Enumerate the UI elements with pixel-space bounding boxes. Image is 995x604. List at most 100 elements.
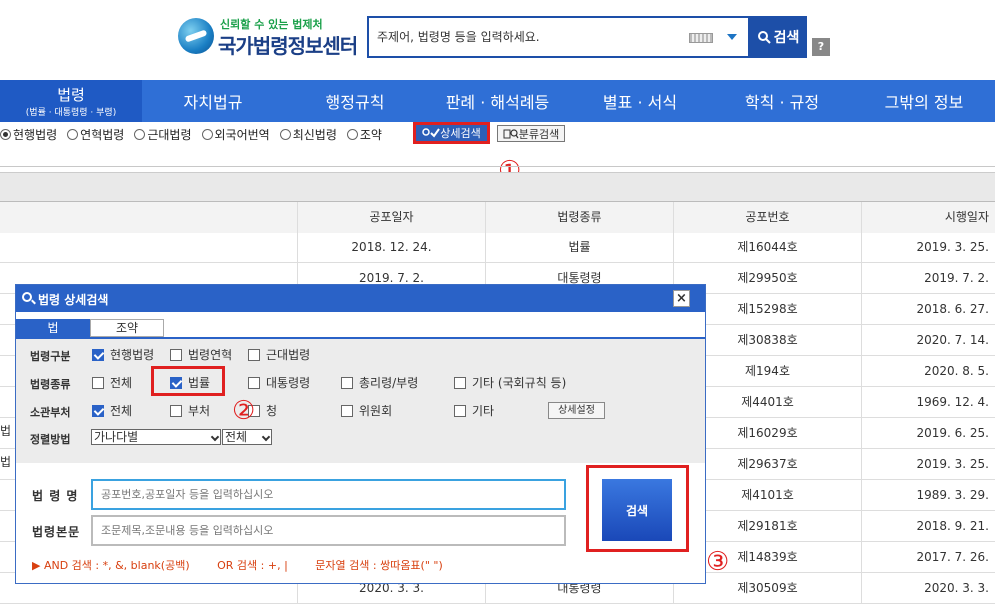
nav-school-rules[interactable]: 학칙 · 규정 [711,80,853,122]
checkbox-modern-laws[interactable]: 근대법령 [248,346,310,363]
checkbox-dept-ministry[interactable]: 부처 [170,402,210,419]
table-cell: 1969. 12. 4. [861,387,995,418]
checkbox-label: 현행법령 [110,348,155,362]
checkbox-kind-ministerial-ordinance[interactable]: 총리령/부령 [341,374,418,391]
nav-law[interactable]: 법령 (법률 · 대통령령 · 부령) [0,80,142,122]
checkbox-box [170,404,182,417]
radio-label: 조약 [359,127,382,142]
table-cell: 2019. 7. 2. [861,263,995,294]
keyboard-icon[interactable] [689,33,713,43]
table-cell [0,232,297,263]
table-header-cell [0,202,297,233]
checkbox-label: 근대법령 [266,348,311,362]
radio-label: 최신법령 [292,127,337,142]
dialog-search-button-highlight: 검색 [586,465,689,552]
radio-translations[interactable]: 외국어번역 [201,126,270,143]
nav-other-info[interactable]: 그밖의 정보 [853,80,995,122]
main-nav: 법령 (법률 · 대통령령 · 부령) 자치법규 행정규칙 판례 · 해석례등 … [0,80,995,122]
checkbox-label: 법령연혁 [188,348,233,362]
law-body-label: 법령본문 [32,525,81,539]
checkbox-kind-other[interactable]: 기타 (국회규칙 등) [454,374,566,391]
checkbox-dept-other[interactable]: 기타 [454,402,494,419]
logo-name: 국가법령정보센터 [218,34,358,58]
checkbox-current-laws[interactable]: 현행법령 [92,346,154,363]
nav-forms[interactable]: 별표 · 서식 [569,80,711,122]
annotation-marker-2: ② [232,396,256,426]
checkbox-label: 위원회 [359,404,393,418]
category-search-label: 분류검색 [518,127,560,141]
hint-or: OR 검색 : +, | [217,559,288,572]
checkbox-dept-all[interactable]: 전체 [92,402,132,419]
search-box [367,16,750,58]
nav-local-laws[interactable]: 자치법규 [142,80,284,122]
help-button[interactable]: ? [812,38,830,56]
checkbox-label: 전체 [110,376,133,390]
hint-and: ▶ AND 검색 : *, &, blank(공백) [32,559,190,572]
table-cell: 2020. 3. 3. [861,573,995,604]
search-button[interactable]: 검색 [750,16,807,58]
radio-current-laws[interactable]: 현행법령 [0,126,57,143]
tab-treaty[interactable]: 조약 [90,319,164,337]
sort-scope-select[interactable]: 전체 [222,429,272,445]
chevron-down-icon [210,432,220,442]
checkbox-kind-presidential-decree[interactable]: 대통령령 [248,374,310,391]
table-cell: 2018. 12. 24. [297,232,485,263]
table-header-cell: 공포일자 [297,202,485,233]
sort-order-select[interactable]: 가나다별 [91,429,221,445]
table-cell: 2017. 7. 26. [861,542,995,573]
tab-law[interactable]: 법 [16,319,90,337]
sort-scope-value: 전체 [225,430,248,444]
checkbox-law-history[interactable]: 법령연혁 [170,346,232,363]
radio-dot [67,128,79,140]
radio-label: 근대법령 [147,127,192,142]
checkbox-box [248,376,260,389]
table-cell: 2018. 6. 27. [861,294,995,325]
checkbox-label: 기타 (국회규칙 등) [472,376,567,390]
search-icon [22,292,32,302]
checkbox-box [92,376,104,389]
search-input[interactable] [377,26,677,48]
table-cell-fragment: 법 [0,455,12,469]
checkbox-box [92,348,104,361]
radio-label: 연혁법령 [80,127,125,142]
nav-precedents[interactable]: 판례 · 해석례등 [426,80,569,122]
checkbox-kind-all[interactable]: 전체 [92,374,132,391]
radio-modern-laws[interactable]: 근대법령 [134,126,192,143]
checkbox-label: 총리령/부령 [359,376,419,390]
filter-label-law-kind: 법령종류 [30,378,71,391]
table-cell: 제16044호 [673,232,861,263]
search-syntax-hints: ▶ AND 검색 : *, &, blank(공백) OR 검색 : +, | … [32,557,467,573]
table-cell: 2020. 7. 14. [861,325,995,356]
close-button[interactable]: × [673,290,690,307]
checkbox-box [170,348,182,361]
table-header-cell: 공포번호 [673,202,861,233]
radio-history-laws[interactable]: 연혁법령 [67,126,124,143]
radio-latest-laws[interactable]: 최신법령 [279,126,337,143]
checkbox-label: 전체 [110,404,133,418]
radio-label: 현행법령 [13,127,58,142]
radio-dot [0,128,11,140]
site-logo[interactable]: 신뢰할 수 있는 법제처 국가법령정보센터 [178,16,358,60]
radio-treaties[interactable]: 조약 [346,126,382,143]
checkbox-box [454,404,466,417]
hint-phrase: 문자열 검색 : 쌍따옴표(" ") [315,559,443,572]
law-type-radios: 현행법령 연혁법령 근대법령 외국어번역 최신법령 조약 [0,124,392,144]
table-cell: 2018. 9. 21. [861,511,995,542]
chevron-down-icon[interactable] [727,34,737,40]
table-header-cell: 시행일자 [861,202,995,233]
table-cell: 2019. 3. 25. [861,232,995,263]
nav-admin-rules[interactable]: 행정규칙 [284,80,426,122]
law-body-field [91,515,566,546]
dialog-search-button[interactable]: 검색 [602,479,672,541]
checkbox-dept-committee[interactable]: 위원회 [341,402,392,419]
detail-search-button[interactable]: 상세검색 [413,122,490,144]
law-name-input[interactable] [93,481,564,508]
detail-settings-button[interactable]: 상세설정 [548,402,605,419]
category-search-button[interactable]: 분류검색 [497,125,565,142]
table-cell-fragment: 법 [0,424,12,438]
checkbox-box [341,376,353,389]
radio-dot [279,128,291,140]
law-body-input[interactable] [93,517,564,544]
table-row[interactable]: 2018. 12. 24. 법률 제16044호 2019. 3. 25. [0,232,995,263]
checkbox-label: 부처 [188,404,211,418]
